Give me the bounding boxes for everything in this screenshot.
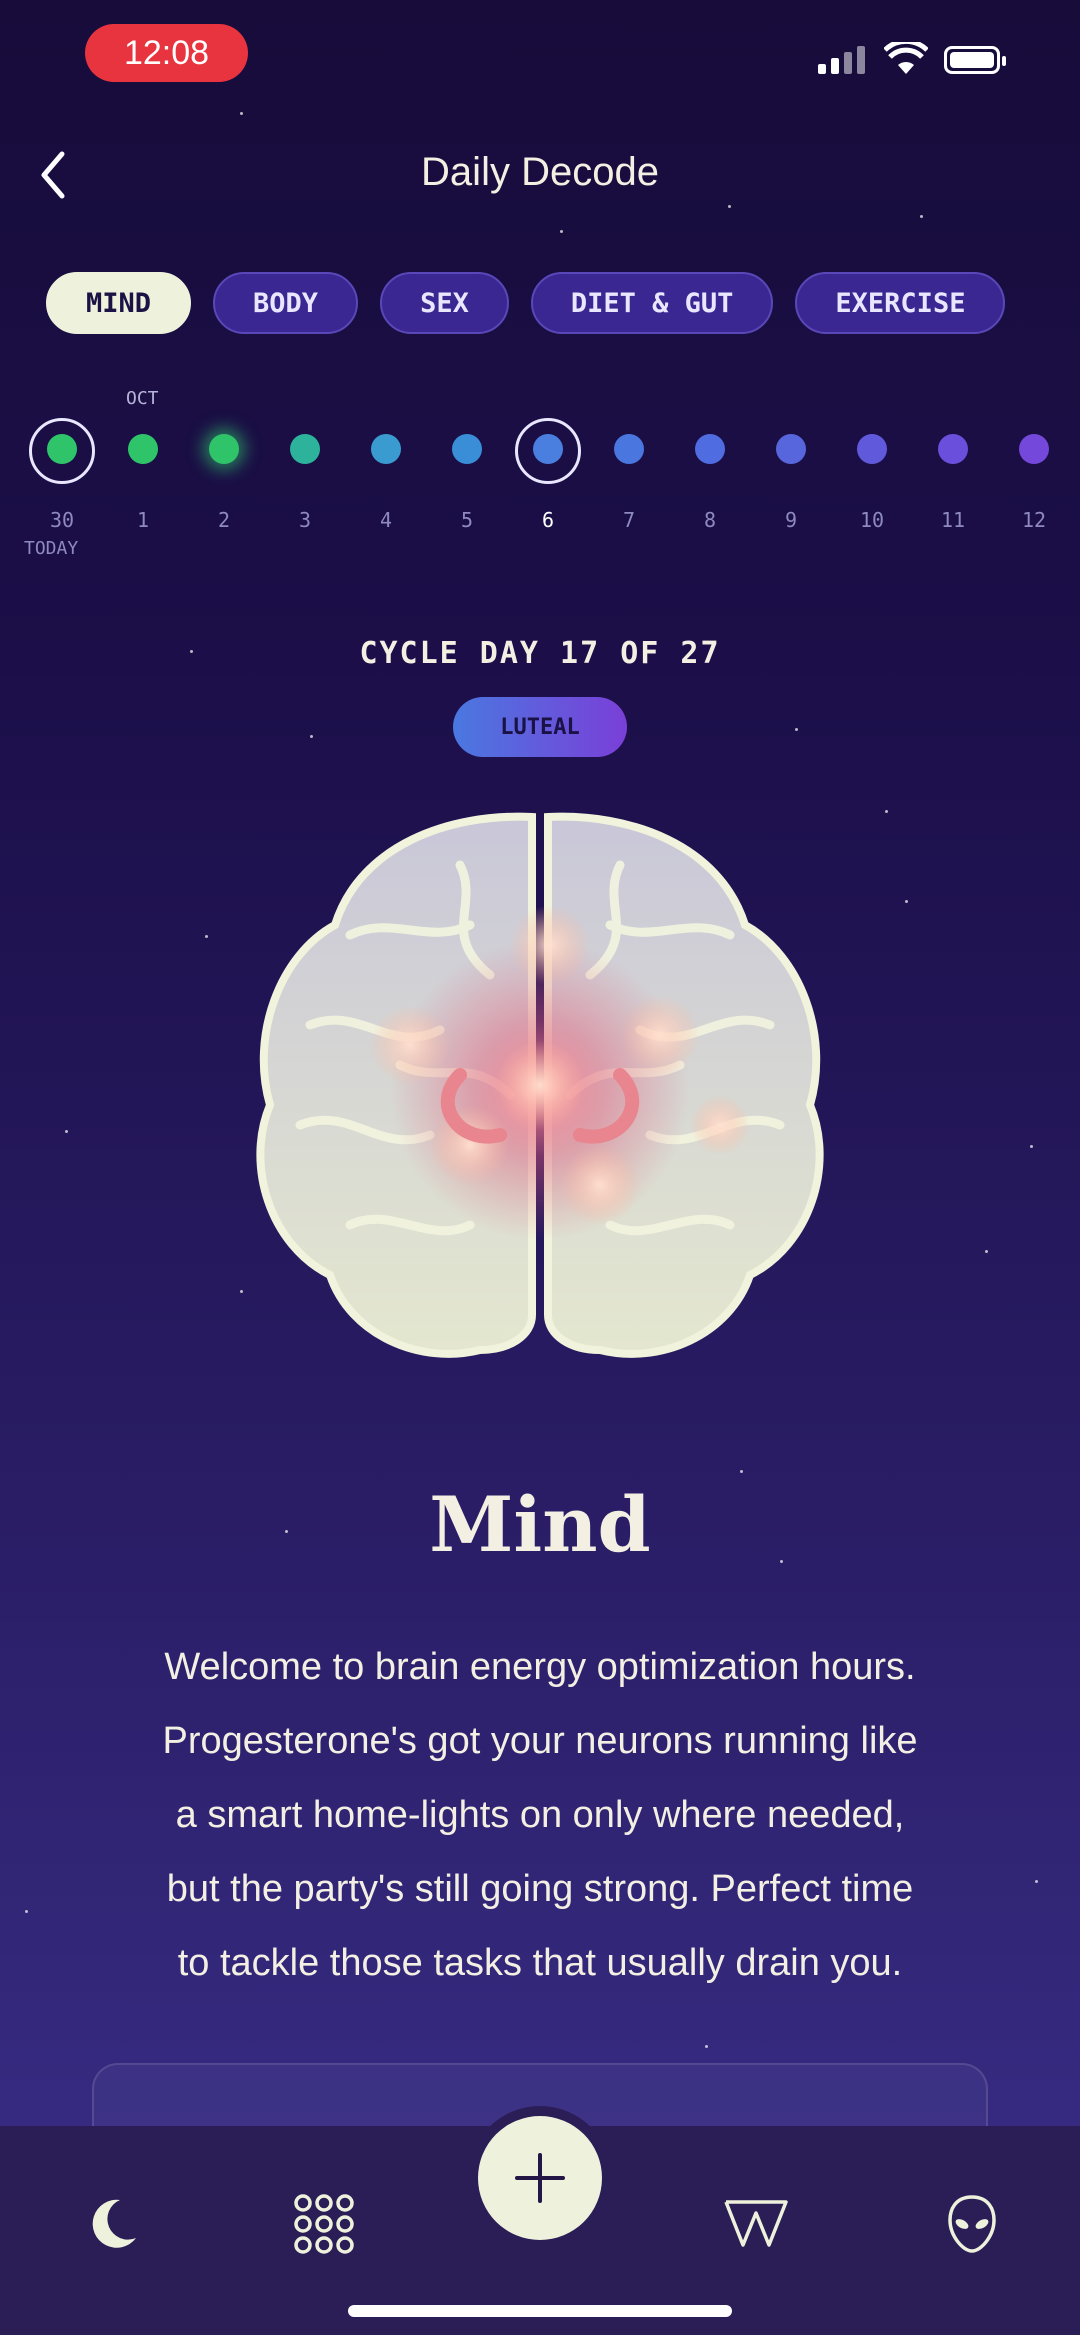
phase-dot bbox=[452, 434, 482, 464]
day-number: 1 bbox=[136, 508, 150, 532]
day-number: 10 bbox=[859, 508, 885, 532]
nav-cycle[interactable] bbox=[72, 2184, 152, 2264]
plus-icon bbox=[515, 2153, 565, 2203]
tab-body[interactable]: BODY bbox=[213, 272, 359, 334]
calendar-day[interactable]: 10 bbox=[832, 418, 912, 532]
battery-icon bbox=[944, 46, 1006, 74]
status-bar: 12:08 bbox=[0, 0, 1080, 120]
phase-dot bbox=[290, 434, 320, 464]
description-line: a smart home-lights on only where needed… bbox=[175, 1794, 905, 1836]
description-line: Progesterone's got your neurons running … bbox=[162, 1720, 918, 1762]
phase-dot bbox=[776, 434, 806, 464]
phase-dot bbox=[695, 434, 725, 464]
day-number: 5 bbox=[460, 508, 474, 532]
tab-sex[interactable]: SEX bbox=[380, 272, 509, 334]
calendar-day[interactable]: 6 bbox=[508, 418, 588, 532]
calendar-day[interactable]: 5 bbox=[427, 418, 507, 532]
day-number: 12 bbox=[1021, 508, 1047, 532]
calendar-day[interactable]: 30 bbox=[22, 418, 102, 532]
nav-grid[interactable] bbox=[284, 2184, 364, 2264]
calendar-day[interactable]: 3 bbox=[265, 418, 345, 532]
phase-dot bbox=[128, 434, 158, 464]
section-description: Welcome to brain energy optimization hou… bbox=[80, 1630, 1000, 2000]
day-number: 3 bbox=[298, 508, 312, 532]
calendar-day[interactable]: 4 bbox=[346, 418, 426, 532]
day-number: 11 bbox=[940, 508, 966, 532]
phase-dot bbox=[614, 434, 644, 464]
status-time: 12:08 bbox=[85, 24, 248, 82]
day-number: 6 bbox=[541, 508, 555, 532]
calendar-strip: 30 1 2 3 4 5 6 7 8 9 10 11 12 bbox=[22, 418, 1080, 568]
calendar-day[interactable]: 12 bbox=[994, 418, 1074, 532]
description-line: to tackle those tasks that usually drain… bbox=[177, 1942, 903, 1984]
phase-dot bbox=[938, 434, 968, 464]
add-button[interactable] bbox=[478, 2116, 602, 2240]
home-indicator bbox=[348, 2305, 732, 2317]
calendar-day[interactable]: 7 bbox=[589, 418, 669, 532]
cycle-day: CYCLE DAY 17 OF 27 bbox=[359, 636, 721, 671]
phase-dot bbox=[857, 434, 887, 464]
w-logo-icon bbox=[724, 2200, 788, 2247]
day-number: 7 bbox=[622, 508, 636, 532]
day-number: 8 bbox=[703, 508, 717, 532]
description-line: Welcome to brain energy optimization hou… bbox=[164, 1646, 916, 1688]
tab-exercise[interactable]: EXERCISE bbox=[795, 272, 1006, 334]
nav-library[interactable] bbox=[716, 2184, 796, 2264]
phase-dot bbox=[1019, 434, 1049, 464]
today-ring bbox=[29, 418, 95, 484]
day-number: 9 bbox=[784, 508, 798, 532]
brain-illustration bbox=[256, 812, 824, 1358]
phase-dot bbox=[371, 434, 401, 464]
day-number: 30 bbox=[49, 508, 75, 532]
selected-ring bbox=[515, 418, 581, 484]
section-title: Mind bbox=[429, 1480, 651, 1569]
category-tabs: MIND BODY SEX DIET & GUT EXERCISE bbox=[46, 272, 1006, 334]
tab-diet-gut[interactable]: DIET & GUT bbox=[530, 272, 774, 334]
month-label: OCT bbox=[126, 388, 159, 409]
phase-badge: LUTEAL bbox=[453, 697, 627, 757]
description-line: but the party's still going strong. Perf… bbox=[166, 1868, 914, 1910]
calendar-day[interactable]: 9 bbox=[751, 418, 831, 532]
tab-mind[interactable]: MIND bbox=[46, 272, 192, 334]
grid-icon bbox=[294, 2194, 354, 2254]
cellular-signal-icon bbox=[818, 44, 865, 74]
day-number: 4 bbox=[379, 508, 393, 532]
calendar-day[interactable]: 11 bbox=[913, 418, 993, 532]
nav-profile[interactable] bbox=[932, 2184, 1012, 2264]
moon-icon bbox=[92, 2199, 136, 2248]
alien-icon bbox=[948, 2195, 996, 2253]
calendar-day[interactable]: 1 bbox=[103, 418, 183, 532]
day-number: 2 bbox=[217, 508, 231, 532]
phase-dot bbox=[209, 434, 239, 464]
wifi-icon bbox=[884, 42, 928, 74]
today-label: TODAY bbox=[24, 538, 79, 559]
page-title: Daily Decode bbox=[421, 150, 659, 194]
calendar-day[interactable]: 2 bbox=[184, 418, 264, 532]
calendar-day[interactable]: 8 bbox=[670, 418, 750, 532]
